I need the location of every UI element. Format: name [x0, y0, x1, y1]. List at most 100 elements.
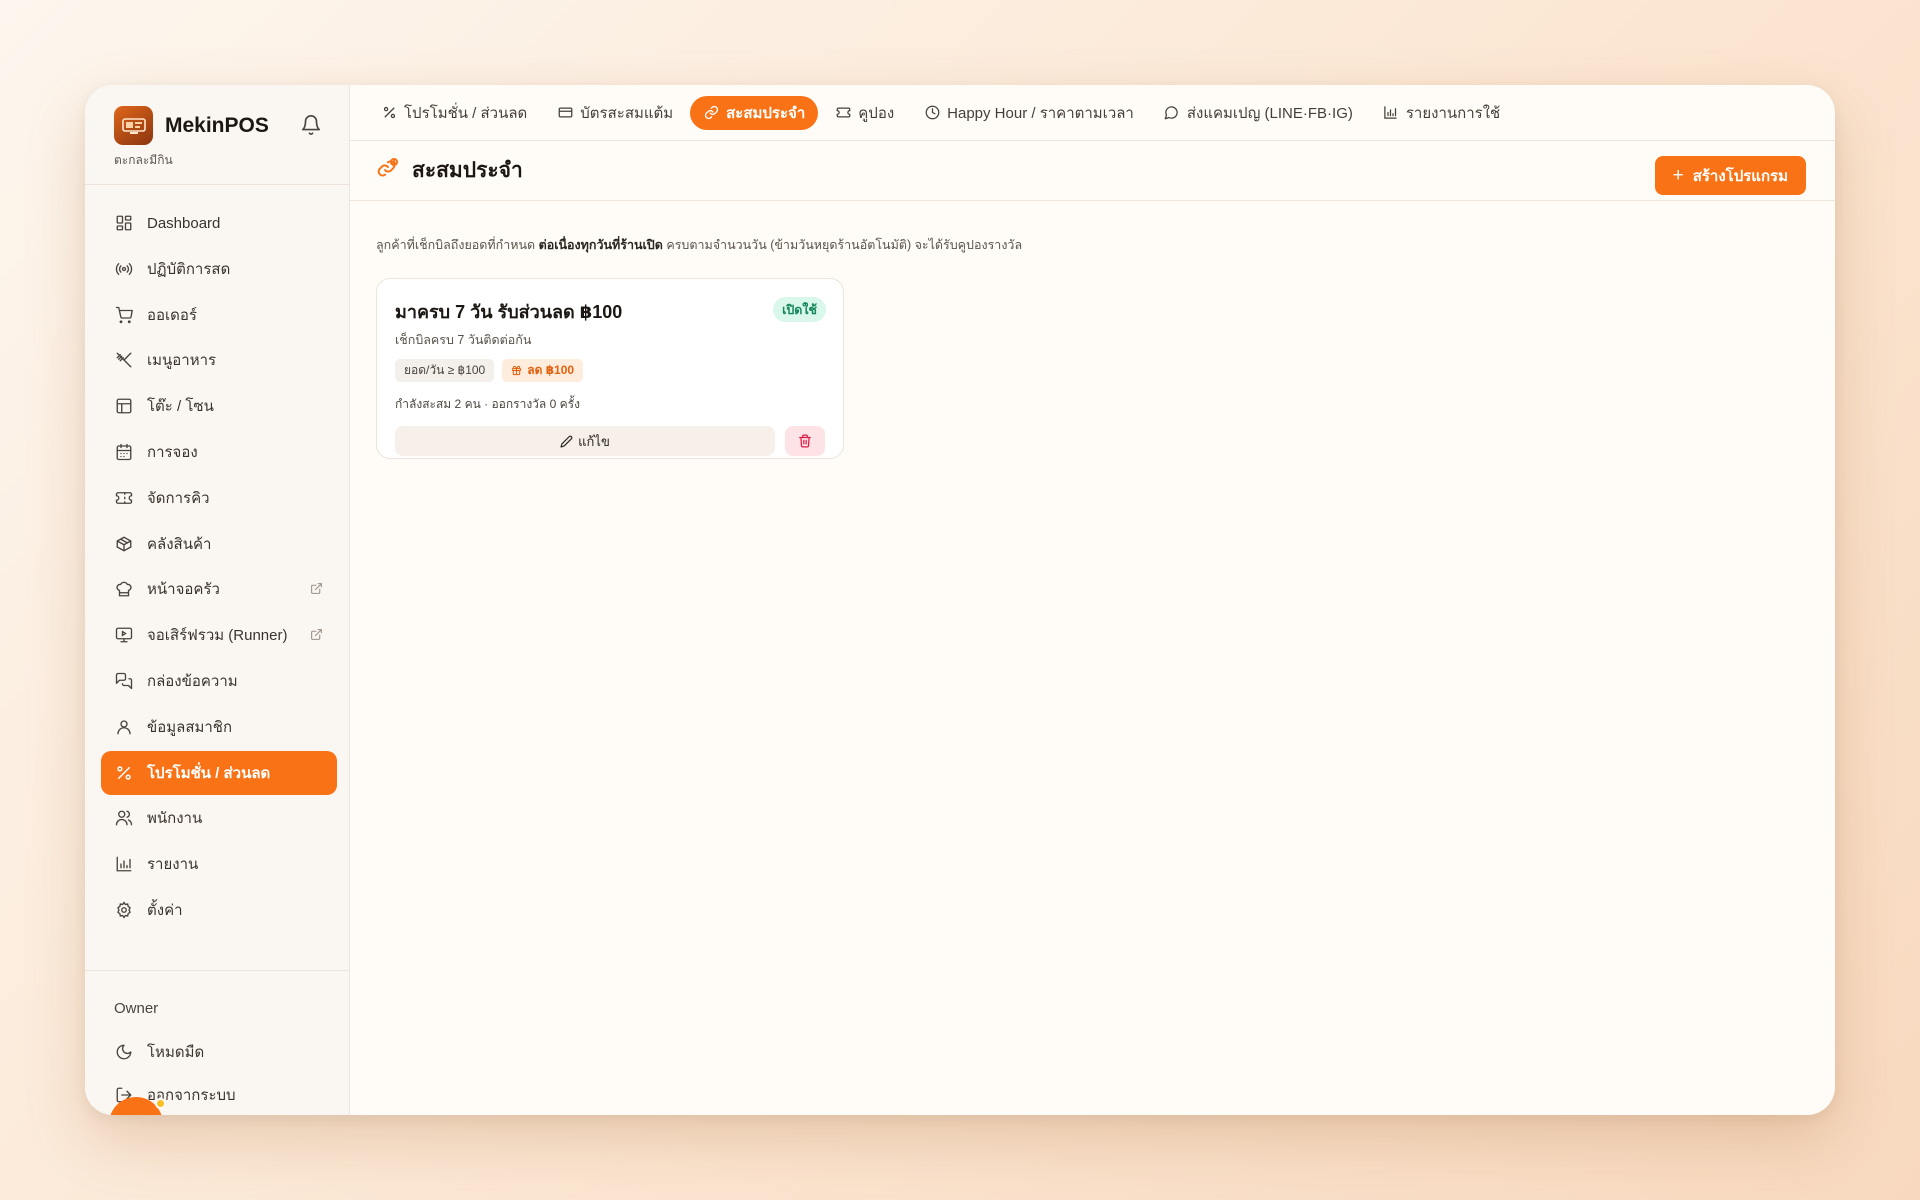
external-link-icon [310, 628, 323, 641]
sidebar-item-label: พนักงาน [147, 810, 203, 828]
sidebar-item-label: รายงาน [147, 856, 199, 874]
program-title: มาครบ 7 วัน รับส่วนลด ฿100 [395, 302, 623, 322]
reward-chip-label: ลด ฿100 [527, 363, 575, 377]
sidebar-item-inventory[interactable]: คลังสินค้า [101, 522, 337, 566]
sidebar-item-reservations[interactable]: การจอง [101, 430, 337, 474]
sidebar-item-label: ข้อมูลสมาชิก [147, 718, 233, 736]
bar-chart-icon [1383, 105, 1399, 121]
tab-label: โปรโมชั่น / ส่วนลด [404, 104, 528, 122]
edit-label: แก้ไข [578, 433, 610, 449]
sidebar-item-label: กล่องข้อความ [147, 672, 238, 690]
sidebar-item-label: Dashboard [147, 214, 221, 232]
program-card: มาครบ 7 วัน รับส่วนลด ฿100 เปิดใช้ เช็กบ… [376, 278, 844, 459]
sidebar-item-label: จอเสิร์ฟรวม (Runner) [147, 627, 288, 645]
utensils-crossed-icon [114, 350, 134, 370]
bar-chart-icon [114, 854, 134, 874]
create-program-label: สร้างโปรแกรม [1692, 167, 1788, 185]
status-badge: เปิดใช้ [773, 297, 826, 322]
reward-chip: ลด ฿100 [502, 359, 584, 382]
sidebar-item-members[interactable]: ข้อมูลสมาชิก [101, 705, 337, 749]
cart-icon [114, 305, 134, 325]
dark-mode-toggle[interactable]: โหมดมืด [114, 1040, 204, 1064]
description-text: ครบตามจำนวนวัน (ข้ามวันหยุดร้านอัตโนมัติ… [662, 238, 1023, 252]
calendar-icon [114, 442, 134, 462]
tab-promotions[interactable]: โปรโมชั่น / ส่วนลด [368, 96, 540, 130]
notification-dot [155, 1098, 166, 1109]
sidebar-item-orders[interactable]: ออเดอร์ [101, 293, 337, 337]
moon-icon [114, 1042, 134, 1062]
tab-stamp-card[interactable]: บัตรสะสมแต้ม [544, 96, 686, 130]
sidebar-item-label: โต๊ะ / โซน [147, 398, 214, 416]
brand-logo [114, 106, 153, 145]
program-subtitle: เช็กบิลครบ 7 วันติดต่อกัน [395, 333, 532, 347]
sidebar-item-label: ปฏิบัติการสด [147, 260, 231, 278]
streak-icon [376, 156, 400, 185]
chef-hat-icon [114, 579, 134, 599]
sidebar-item-label: เมนูอาหาร [147, 352, 217, 370]
sidebar-nav: Dashboard ปฏิบัติการสด ออเดอร์ เมนูอาหาร… [101, 201, 337, 934]
tab-label: Happy Hour / ราคาตามเวลา [947, 104, 1134, 122]
sidebar-item-label: การจอง [147, 443, 198, 461]
program-actions: แก้ไข [395, 426, 825, 456]
sidebar-item-kitchen[interactable]: หน้าจอครัว [101, 567, 337, 611]
bell-icon[interactable] [300, 114, 322, 136]
sidebar: MekinPOS ตะกละมีกิน Dashboard ปฏิบัติการ… [85, 85, 350, 1115]
sidebar-item-promotions[interactable]: โปรโมชั่น / ส่วนลด [101, 750, 337, 795]
sidebar-item-dashboard[interactable]: Dashboard [101, 201, 337, 245]
tab-label: ส่งแคมเปญ (LINE·FB·IG) [1186, 104, 1353, 122]
credit-card-icon [557, 105, 573, 121]
tab-happy-hour[interactable]: Happy Hour / ราคาตามเวลา [911, 96, 1147, 130]
gear-icon [114, 900, 134, 920]
pencil-icon [560, 435, 573, 448]
description-text: ลูกค้าที่เช็กบิลถึงยอดที่กำหนด [376, 238, 539, 252]
ticket-icon [114, 488, 134, 508]
clock-icon [924, 105, 940, 121]
brand[interactable]: MekinPOS [114, 106, 269, 145]
gift-icon [512, 365, 522, 376]
tab-usage-report[interactable]: รายงานการใช้ [1370, 96, 1513, 130]
sidebar-item-label: คลังสินค้า [147, 535, 212, 553]
sidebar-item-menu[interactable]: เมนูอาหาร [101, 338, 337, 382]
threshold-chip: ยอด/วัน ≥ ฿100 [395, 359, 495, 382]
sidebar-item-label: ตั้งค่า [147, 901, 183, 919]
tab-label: สะสมประจำ [726, 104, 806, 122]
tab-streak[interactable]: สะสมประจำ [690, 95, 819, 130]
promo-tabs: โปรโมชั่น / ส่วนลด บัตรสะสมแต้ม สะสมประจ… [350, 85, 1835, 141]
edit-program-button[interactable]: แก้ไข [395, 426, 775, 456]
trash-icon [799, 434, 811, 448]
sidebar-item-settings[interactable]: ตั้งค่า [101, 888, 337, 932]
percent-icon [114, 763, 134, 783]
sidebar-item-label: หน้าจอครัว [147, 581, 220, 599]
sidebar-item-runner[interactable]: จอเสิร์ฟรวม (Runner) [101, 613, 337, 657]
sidebar-item-label: โปรโมชั่น / ส่วนลด [147, 764, 271, 782]
tab-label: รายงานการใช้ [1405, 104, 1501, 122]
percent-icon [381, 105, 397, 121]
sidebar-item-inbox[interactable]: กล่องข้อความ [101, 659, 337, 703]
plus-icon: + [1672, 164, 1684, 186]
dark-mode-label: โหมดมืด [147, 1044, 205, 1061]
create-program-button[interactable]: + สร้างโปรแกรม [1654, 156, 1806, 195]
page-title: สะสมประจำ [412, 159, 523, 182]
page-header: สะสมประจำ + สร้างโปรแกรม [350, 141, 1835, 201]
tab-label: บัตรสะสมแต้ม [580, 104, 674, 122]
delete-program-button[interactable] [785, 426, 825, 456]
users-icon [114, 808, 134, 828]
brand-subtitle: ตะกละมีกิน [114, 153, 173, 167]
app-window: MekinPOS ตะกละมีกิน Dashboard ปฏิบัติการ… [85, 85, 1835, 1115]
sidebar-item-reports[interactable]: รายงาน [101, 842, 337, 886]
monitor-play-icon [114, 625, 134, 645]
link-icon [703, 105, 719, 121]
tab-campaigns[interactable]: ส่งแคมเปญ (LINE·FB·IG) [1151, 96, 1366, 130]
sidebar-item-tables[interactable]: โต๊ะ / โซน [101, 384, 337, 428]
table-icon [114, 396, 134, 416]
program-stats: กำลังสะสม 2 คน · ออกรางวัล 0 ครั้ง [395, 397, 580, 411]
sidebar-item-staff[interactable]: พนักงาน [101, 796, 337, 840]
tab-coupons[interactable]: คูปอง [822, 96, 907, 130]
external-link-icon [310, 582, 323, 595]
dashboard-icon [114, 213, 134, 233]
sidebar-item-label: ออเดอร์ [147, 306, 197, 324]
message-circle-icon [1164, 105, 1180, 121]
package-icon [114, 534, 134, 554]
sidebar-item-live-ops[interactable]: ปฏิบัติการสด [101, 247, 337, 291]
sidebar-item-queue[interactable]: จัดการคิว [101, 476, 337, 520]
